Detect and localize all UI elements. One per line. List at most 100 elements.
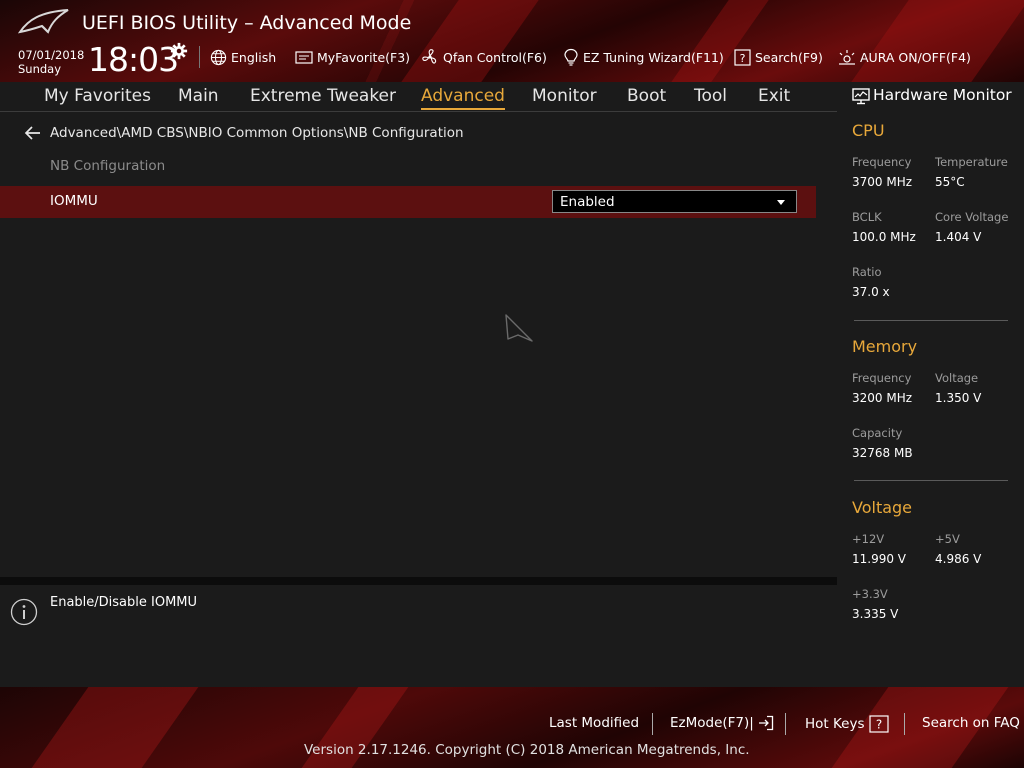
header-decoration (851, 0, 1024, 82)
last-modified-button[interactable]: Last Modified (549, 715, 639, 731)
tab-monitor[interactable]: Monitor (532, 86, 597, 106)
gear-icon[interactable] (170, 42, 188, 60)
iommu-dropdown-value: Enabled (560, 194, 615, 210)
clock-display: 18:03 (88, 40, 179, 79)
qfan-label: Qfan Control(F6) (443, 49, 547, 65)
globe-icon (210, 49, 227, 65)
exit-icon (758, 715, 773, 731)
iommu-dropdown[interactable]: Enabled (552, 190, 797, 213)
myfavorite-button[interactable]: MyFavorite(F3) (295, 46, 410, 68)
header-decoration (671, 0, 769, 82)
footer-separator (904, 713, 905, 735)
back-arrow-icon[interactable] (24, 125, 42, 141)
voltage-heading: Voltage (852, 498, 913, 517)
chevron-down-icon (777, 200, 785, 205)
footer-bar: Last Modified EzMode(F7)| Hot Keys ? Sea… (0, 687, 1024, 768)
fan-icon (422, 49, 437, 64)
v33-label: +3.3V (852, 587, 888, 601)
section-divider (854, 480, 1008, 481)
footer-separator (785, 713, 786, 735)
search-label: Search(F9) (755, 49, 823, 65)
cpu-heading: CPU (852, 121, 885, 140)
v5-label: +5V (935, 532, 960, 546)
panel-divider (0, 577, 837, 585)
language-button[interactable]: English (210, 46, 276, 68)
monitor-icon (852, 88, 870, 105)
qfan-control-button[interactable]: Qfan Control(F6) (421, 46, 547, 68)
help-panel: Enable/Disable IOMMU (0, 585, 837, 687)
memory-voltage-value: 1.350 V (935, 391, 982, 405)
ezmode-button[interactable]: EzMode(F7)| (670, 715, 774, 731)
v12-value: 11.990 V (852, 552, 907, 566)
memory-capacity-value: 32768 MB (852, 446, 913, 460)
cpu-temperature-label: Temperature (935, 155, 1008, 169)
help-text: Enable/Disable IOMMU (50, 595, 198, 610)
cpu-frequency-value: 3700 MHz (852, 175, 913, 189)
mouse-cursor-icon (505, 314, 533, 342)
settings-panel: Advanced\AMD CBS\NBIO Common Options\NB … (0, 113, 837, 577)
tab-advanced[interactable]: Advanced (421, 86, 505, 110)
myfavorite-label: MyFavorite(F3) (317, 49, 411, 65)
section-divider (854, 320, 1008, 321)
v12-label: +12V (852, 532, 885, 546)
aura-label: AURA ON/OFF(F4) (860, 49, 971, 65)
hardware-monitor-header: Hardware Monitor (844, 82, 1024, 112)
cpu-frequency-label: Frequency (852, 155, 912, 169)
bclk-label: BCLK (852, 210, 882, 224)
copyright-text: Version 2.17.1246. Copyright (C) 2018 Am… (304, 742, 750, 758)
header-decoration (401, 0, 539, 82)
rog-logo-icon (18, 9, 69, 34)
aura-icon (839, 50, 855, 65)
help-box-icon: ? (734, 48, 751, 66)
search-faq-label: Search on FAQ (922, 715, 1020, 731)
app-title: UEFI BIOS Utility – Advanced Mode (82, 12, 412, 34)
setting-row-iommu[interactable]: IOMMU Enabled (0, 186, 816, 218)
tab-tool[interactable]: Tool (694, 86, 727, 106)
memory-heading: Memory (852, 337, 918, 356)
v5-value: 4.986 V (935, 552, 982, 566)
last-modified-label: Last Modified (549, 715, 640, 731)
tab-main[interactable]: Main (178, 86, 219, 106)
tab-my-favorites[interactable]: My Favorites (44, 86, 151, 106)
v33-value: 3.335 V (852, 607, 899, 621)
core-voltage-value: 1.404 V (935, 230, 982, 244)
header-separator (199, 46, 200, 68)
question-icon: ? (868, 715, 889, 733)
ratio-label: Ratio (852, 265, 882, 279)
date-display: 07/01/2018 (18, 48, 85, 62)
tab-boot[interactable]: Boot (627, 86, 666, 106)
language-label: English (231, 49, 277, 65)
hardware-monitor-panel: Hardware Monitor CPU Frequency 3700 MHz … (844, 82, 1024, 687)
memory-frequency-value: 3200 MHz (852, 391, 913, 405)
search-button[interactable]: ? Search(F9) (734, 46, 823, 68)
memory-voltage-label: Voltage (935, 371, 979, 385)
memory-capacity-label: Capacity (852, 426, 903, 440)
ez-tuning-wizard-button[interactable]: EZ Tuning Wizard(F11) (563, 46, 724, 68)
bclk-value: 100.0 MHz (852, 230, 916, 244)
footer-decoration (31, 687, 199, 768)
cpu-temperature-value: 55°C (935, 175, 965, 189)
memory-frequency-label: Frequency (852, 371, 912, 385)
hot-keys-label: Hot Keys (805, 716, 865, 732)
core-voltage-label: Core Voltage (935, 210, 1009, 224)
hardware-monitor-title: Hardware Monitor (873, 86, 1012, 104)
info-icon (10, 598, 38, 626)
setting-name-iommu: IOMMU (50, 193, 98, 209)
main-menu-bar: My Favorites Main Extreme Tweaker Advanc… (0, 82, 837, 112)
svg-text:?: ? (740, 52, 746, 65)
hot-keys-button[interactable]: Hot Keys ? (805, 715, 889, 733)
header-bar: UEFI BIOS Utility – Advanced Mode 07/01/… (0, 0, 1024, 82)
ezmode-label: EzMode(F7)| (670, 715, 754, 731)
ez-tuning-label: EZ Tuning Wizard(F11) (583, 49, 724, 65)
favorite-icon (295, 50, 313, 64)
tab-extreme-tweaker[interactable]: Extreme Tweaker (250, 86, 396, 106)
search-faq-button[interactable]: Search on FAQ (922, 715, 1020, 731)
tab-exit[interactable]: Exit (758, 86, 790, 106)
footer-separator (652, 713, 653, 735)
breadcrumb: Advanced\AMD CBS\NBIO Common Options\NB … (50, 125, 464, 141)
aura-toggle-button[interactable]: AURA ON/OFF(F4) (838, 46, 971, 68)
ratio-value: 37.0 x (852, 285, 890, 299)
bulb-icon (564, 48, 578, 66)
svg-text:?: ? (875, 718, 881, 732)
section-label: NB Configuration (50, 158, 166, 174)
